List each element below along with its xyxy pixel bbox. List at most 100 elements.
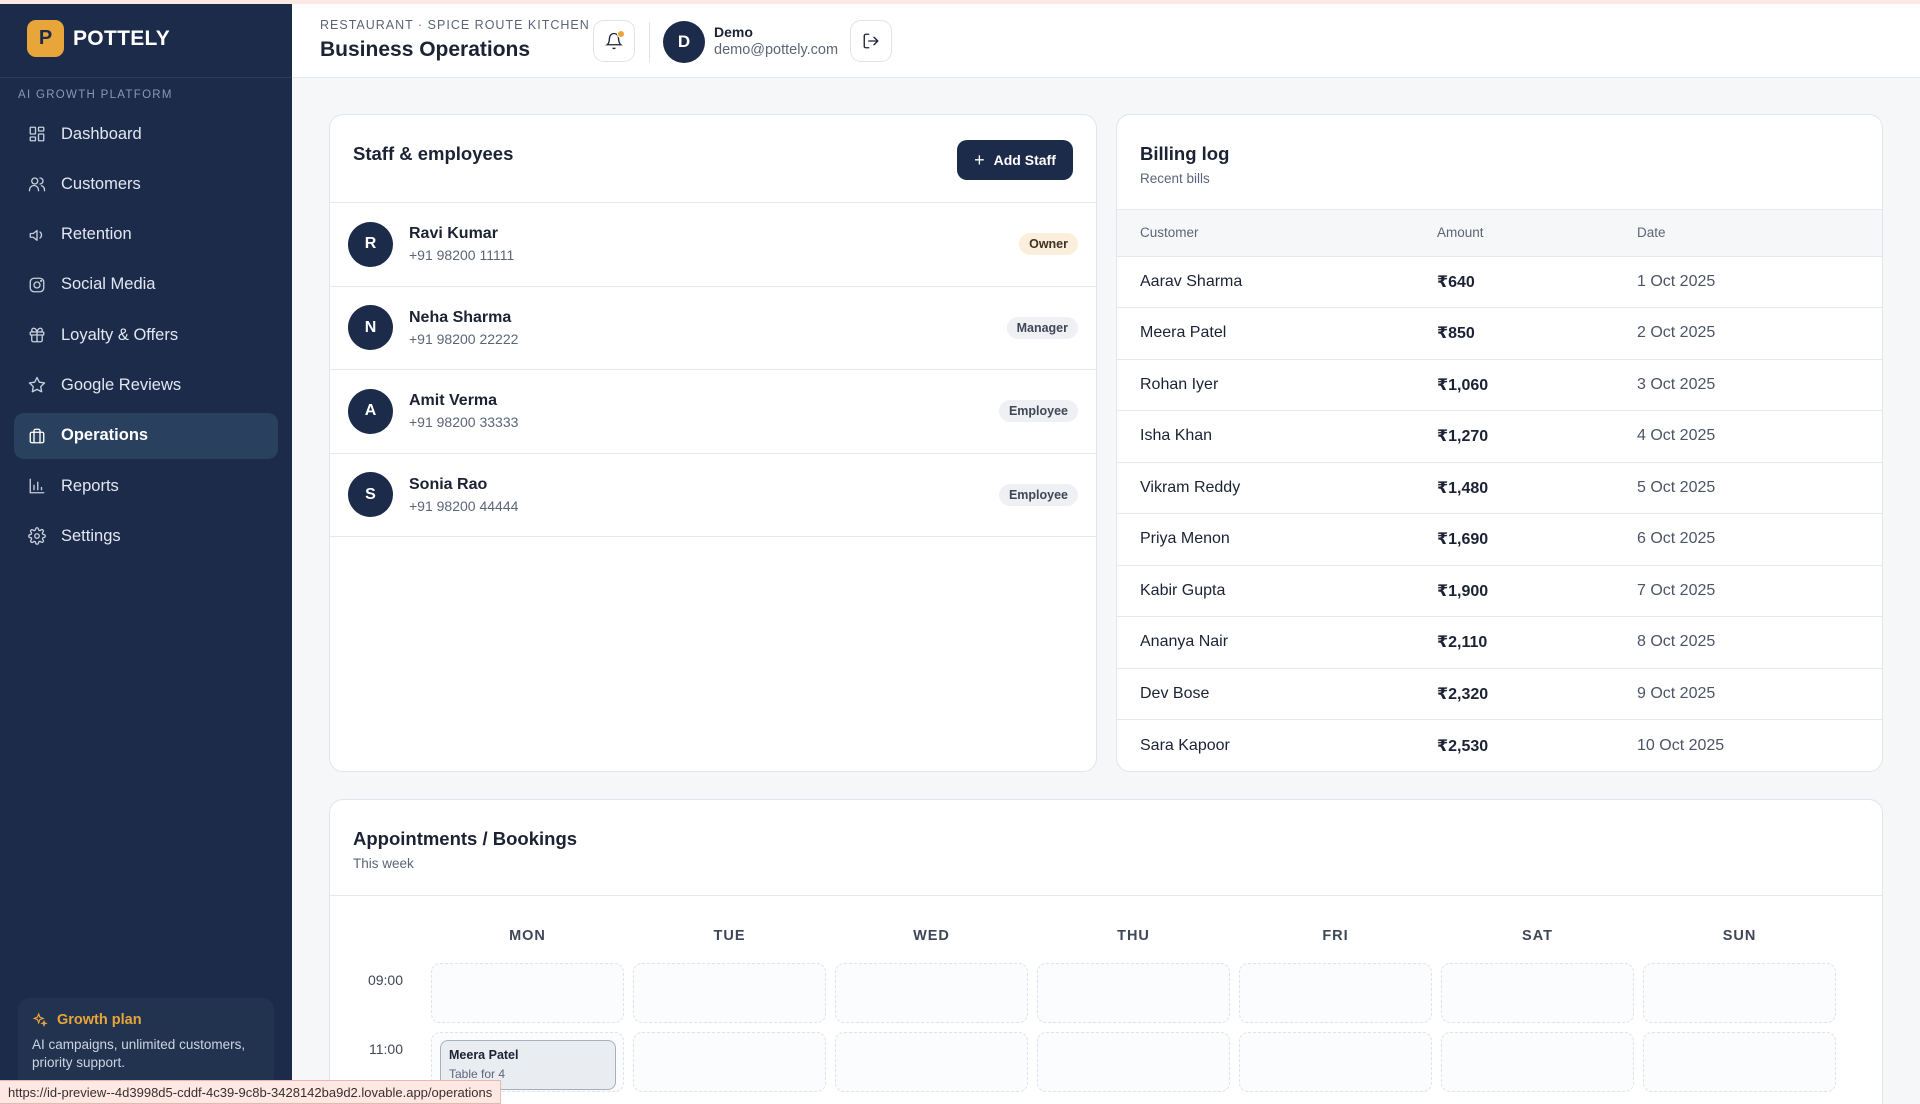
date-cell: 3 Oct 2025 — [1637, 359, 1882, 411]
avatar: S — [348, 472, 393, 518]
list-item[interactable]: S Sonia Rao +91 98200 44444 Employee — [330, 454, 1096, 537]
sidebar-item-label: Retention — [61, 225, 132, 244]
customer-cell: Sara Kapoor — [1140, 736, 1230, 754]
table-row[interactable]: Rohan Iyer ₹1,060 3 Oct 2025 — [1117, 359, 1882, 411]
sidebar-item-customers[interactable]: Customers — [14, 161, 278, 207]
sidebar-item-label: Social Media — [61, 275, 156, 294]
customer-cell: Rohan Iyer — [1117, 359, 1437, 411]
time-slot[interactable] — [1037, 1032, 1230, 1092]
sidebar-item-label: Settings — [61, 526, 121, 545]
table-row[interactable]: Meera Patel ₹850 2 Oct 2025 — [1117, 307, 1882, 360]
date-cell: 9 Oct 2025 — [1637, 668, 1882, 720]
sidebar-item-social-media[interactable]: Social Media — [14, 262, 278, 308]
dashboard-icon — [28, 125, 46, 143]
staff-phone: +91 98200 33333 — [409, 414, 519, 431]
time-slot[interactable] — [1441, 1032, 1634, 1092]
sidebar-item-label: Reports — [61, 476, 119, 495]
appointments-title: Appointments / Bookings — [353, 828, 578, 849]
table-row[interactable]: Priya Menon ₹1,690 6 Oct 2025 — [1117, 513, 1882, 566]
appointments-card: Appointments / Bookings This week MON TUE… — [329, 799, 1883, 1104]
time-slot[interactable] — [431, 963, 624, 1023]
time-slot[interactable] — [1643, 963, 1836, 1023]
time-label: 11:00 — [369, 1041, 403, 1057]
billing-title: Billing log — [1140, 143, 1230, 164]
staff-name: Amit Verma — [409, 392, 498, 410]
column-header-customer[interactable]: Customer — [1117, 210, 1437, 257]
table-row[interactable]: Ananya Nair ₹2,110 8 Oct 2025 — [1117, 616, 1882, 669]
list-item[interactable]: A Amit Verma +91 98200 33333 Employee — [330, 370, 1096, 454]
role-badge: Employee — [998, 483, 1078, 506]
time-slot[interactable] — [1441, 963, 1634, 1023]
list-item[interactable]: R Ravi Kumar +91 98200 11111 Owner — [330, 203, 1096, 287]
time-slot[interactable] — [633, 1032, 826, 1092]
plus-icon: + — [974, 150, 985, 170]
sidebar-item-reports[interactable]: Reports — [14, 463, 278, 509]
user-email: demo@pottely.com — [714, 42, 839, 58]
amount-cell: ₹2,320 — [1437, 668, 1637, 720]
sidebar-item-operations[interactable]: Operations — [14, 412, 278, 459]
table-row[interactable]: Dev Bose ₹2,320 9 Oct 2025 — [1117, 668, 1882, 720]
amount-cell: ₹2,110 — [1437, 616, 1637, 669]
billing-table-body: Aarav Sharma ₹640 1 Oct 2025 Meera Patel ₹85… — [1117, 256, 1882, 771]
date-cell: 5 Oct 2025 — [1637, 462, 1882, 514]
time-slot[interactable] — [1239, 1032, 1432, 1092]
sidebar-item-google-reviews[interactable]: Google Reviews — [14, 362, 278, 408]
time-slot[interactable] — [835, 1032, 1028, 1092]
sidebar-item-label: Dashboard — [61, 124, 142, 143]
time-slot[interactable] — [1037, 963, 1230, 1023]
day-header-tue: TUE — [713, 928, 746, 944]
table-row[interactable]: Isha Khan ₹1,270 4 Oct 2025 — [1117, 410, 1882, 463]
gear-icon — [28, 527, 46, 546]
role-badge: Owner — [1019, 233, 1078, 256]
time-slot[interactable] — [1239, 963, 1432, 1023]
customer-cell: Dev Bose — [1117, 668, 1437, 720]
brand[interactable]: P POTTELY — [0, 0, 292, 78]
notifications-button[interactable] — [593, 20, 635, 62]
column-header-date[interactable]: Date — [1637, 210, 1882, 257]
table-row[interactable]: Kabir Gupta ₹1,900 7 Oct 2025 — [1117, 565, 1882, 617]
staff-card: Staff & employees + Add Staff R Ravi Kum… — [329, 114, 1097, 772]
growth-plan-card[interactable]: Growth plan AI campaigns, unlimited cust… — [18, 998, 274, 1088]
sidebar-item-loyalty-offers[interactable]: Loyalty & Offers — [14, 312, 278, 358]
sidebar-item-retention[interactable]: Retention — [14, 212, 278, 258]
booking-detail: Table for 4 — [449, 1067, 506, 1081]
day-header-sat: SAT — [1522, 928, 1553, 944]
amount-cell: ₹1,900 — [1437, 565, 1637, 617]
brand-logo: P — [27, 20, 64, 57]
sidebar: P POTTELY AI GROWTH PLATFORM Dashboard C… — [0, 0, 292, 1104]
add-staff-button[interactable]: + Add Staff — [957, 140, 1073, 180]
amount-cell: ₹1,480 — [1437, 462, 1637, 514]
customer-cell: Isha Khan — [1117, 410, 1437, 463]
users-icon — [28, 175, 46, 193]
instagram-icon — [28, 276, 46, 294]
top-accent-line — [0, 0, 1920, 4]
list-item[interactable]: N Neha Sharma +91 98200 22222 Manager — [330, 287, 1096, 370]
logout-button[interactable] — [850, 20, 892, 62]
day-header-thu: THU — [1117, 928, 1150, 944]
time-slot[interactable] — [835, 963, 1028, 1023]
sidebar-tagline: AI GROWTH PLATFORM — [18, 89, 173, 101]
sidebar-item-label: Operations — [61, 426, 149, 445]
staff-name: Sonia Rao — [409, 475, 488, 493]
table-row[interactable]: Sara Kapoor ₹2,530 10 Oct 2025 — [1117, 720, 1882, 772]
table-row[interactable]: Aarav Sharma ₹640 1 Oct 2025 — [1117, 256, 1882, 308]
customer-cell: Ananya Nair — [1117, 616, 1437, 669]
role-badge: Employee — [998, 400, 1078, 423]
table-row[interactable]: Vikram Reddy ₹1,480 5 Oct 2025 — [1117, 462, 1882, 514]
appointments-card-header: Appointments / Bookings This week — [330, 800, 1882, 896]
customer-cell: Priya Menon — [1117, 513, 1437, 566]
booking-name: Meera Patel — [449, 1048, 519, 1062]
page-title: Business Operations — [320, 38, 531, 61]
time-slot[interactable] — [1643, 1032, 1836, 1092]
staff-phone: +91 98200 11111 — [409, 247, 515, 264]
date-cell: 6 Oct 2025 — [1637, 513, 1882, 566]
column-header-amount[interactable]: Amount — [1437, 210, 1637, 257]
avatar[interactable]: D — [663, 21, 705, 63]
sidebar-item-dashboard[interactable]: Dashboard — [14, 111, 278, 157]
time-slot[interactable] — [633, 963, 826, 1023]
day-header-mon: MON — [509, 928, 546, 944]
billing-subtitle: Recent bills — [1140, 171, 1210, 186]
sidebar-item-settings[interactable]: Settings — [14, 513, 278, 559]
megaphone-icon — [28, 226, 46, 244]
staff-name: Ravi Kumar — [409, 225, 498, 243]
